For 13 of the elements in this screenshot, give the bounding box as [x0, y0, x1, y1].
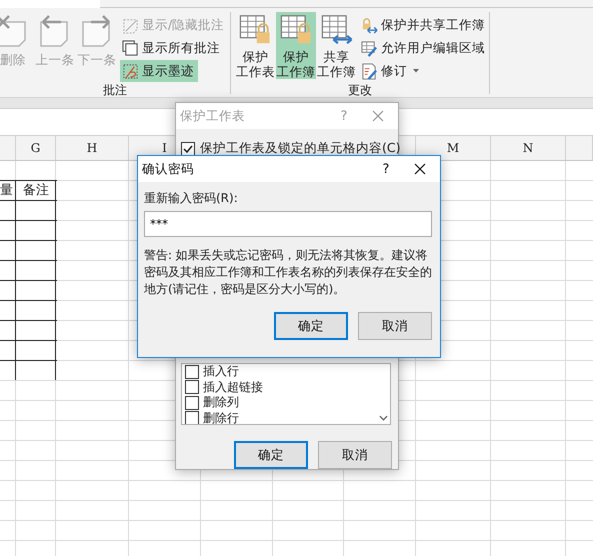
group-label: 批注 — [103, 82, 127, 99]
checkbox-label: 插入行 — [203, 364, 239, 380]
checkbox-label: 保护工作表及锁定的单元格内容(C) — [200, 140, 400, 157]
checkbox-label: 删除列 — [203, 394, 239, 412]
field-label: 重新输入密码(R): — [144, 190, 239, 207]
dialog-title: 保护工作表 — [180, 108, 246, 124]
checkbox-label: 删除行 — [203, 410, 239, 424]
table-cell-text: 量 — [0, 182, 14, 198]
table-cell-text: 备注 — [22, 182, 50, 198]
checkbox-label: 插入超链接 — [203, 378, 263, 396]
dialog-title: 确认密码 — [142, 160, 195, 178]
group-label: 更改 — [348, 82, 372, 99]
warning-text: 警告: 如果丢失或忘记密码，则无法将其恢复。建议将密码及其相应工作簿和工作表名称的列表保存在安全的地方(请记住，密码是区分大小写的)。 — [144, 247, 433, 298]
